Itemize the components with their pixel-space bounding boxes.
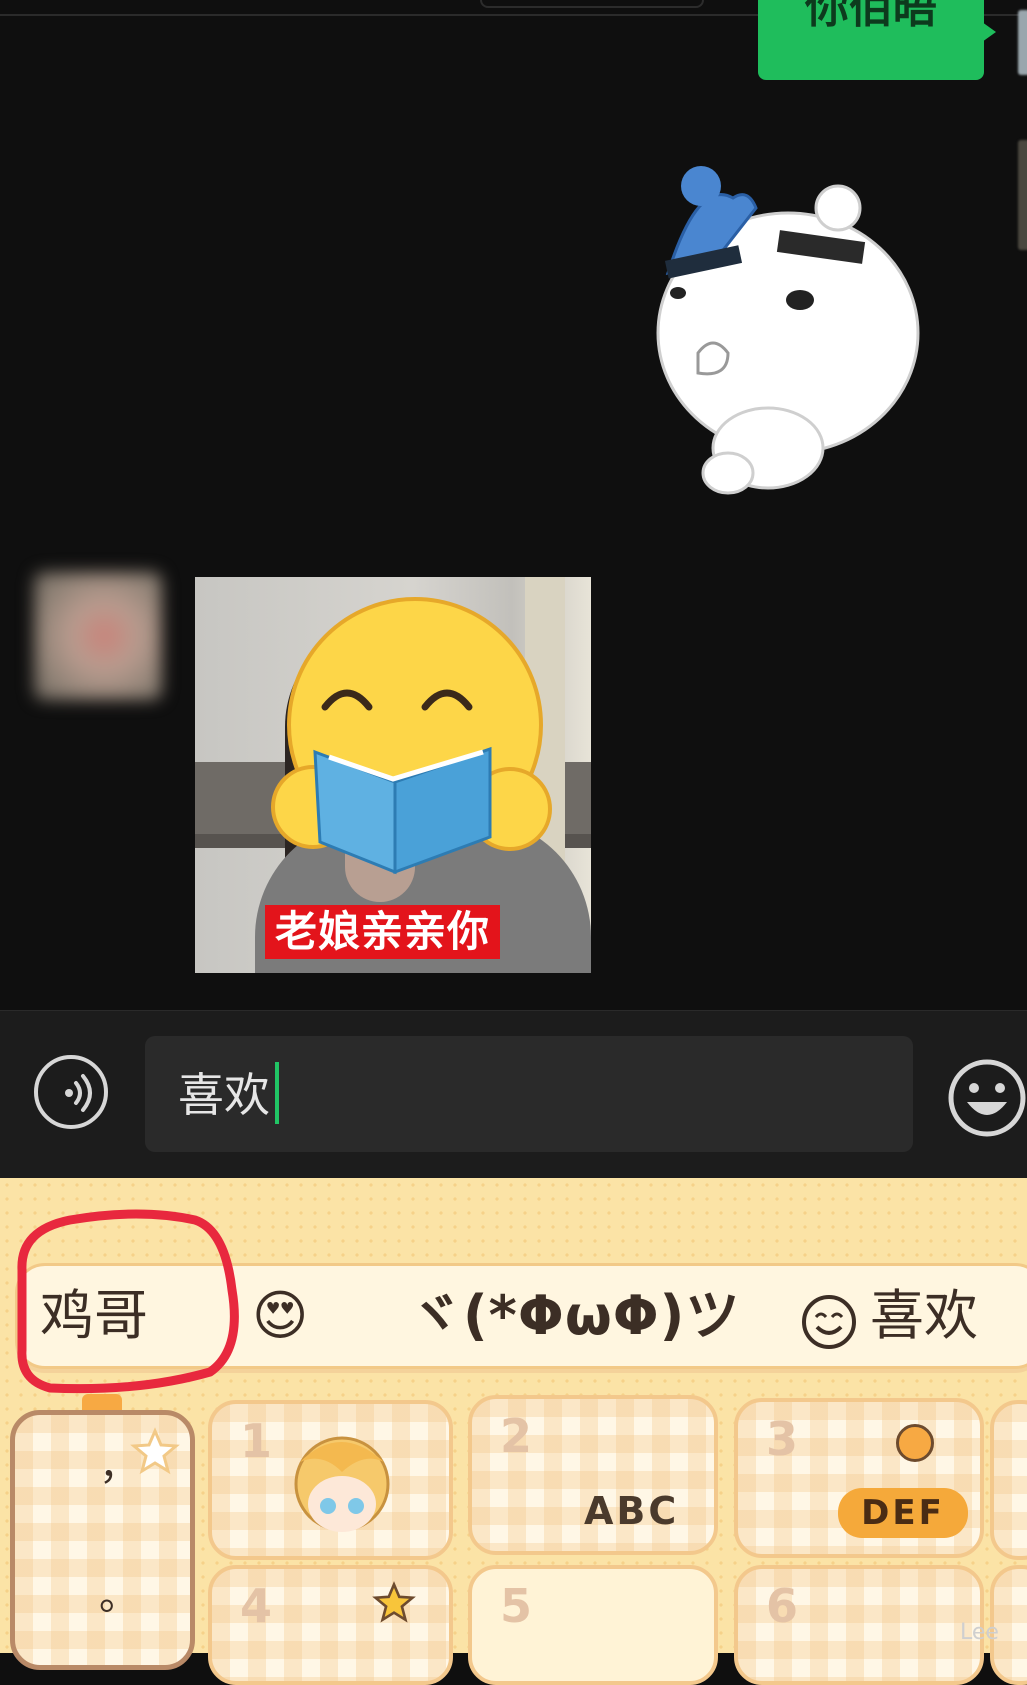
period-label: 。 [99,1573,139,1619]
reading-emoji-icon [271,597,552,875]
voice-input-button[interactable] [34,1055,108,1129]
candidate-word[interactable]: 喜欢 [870,1282,978,1350]
key-backspace[interactable] [990,1400,1027,1560]
key-number: 1 [240,1414,273,1468]
key-number: 3 [766,1412,799,1466]
bear-sticker[interactable] [638,158,928,503]
key-number: 5 [500,1579,533,1633]
key-3-def[interactable]: 3 DEF [734,1398,984,1558]
self-avatar[interactable] [1018,10,1027,75]
key-2-abc[interactable]: 2 ABC [468,1395,718,1555]
watermark: Lee [960,1620,999,1645]
image-caption: 老娘亲亲你 [265,905,501,959]
outgoing-message-bubble[interactable]: 你佰晤 [758,0,984,80]
message-input-text: 喜欢 [178,1068,270,1122]
key-1[interactable]: 1 [208,1400,453,1560]
candidate-emoji[interactable]: 😍 [252,1282,308,1350]
emoji-button[interactable] [947,1058,1027,1138]
smile-icon [802,1295,856,1349]
red-highlight-circle [17,1209,239,1394]
anime-character-icon [294,1436,390,1532]
voice-icon [65,1074,92,1112]
chat-area: 你佰晤 老娘亲亲你 [0,0,1027,1010]
candidate-kaomoji[interactable]: ヾ(*ΦωΦ)ツ [408,1282,740,1350]
star-icon [372,1581,416,1623]
self-avatar[interactable] [1018,140,1027,250]
key-letters: DEF [838,1488,968,1538]
star-icon [130,1427,180,1475]
key-5[interactable]: 5 [468,1565,718,1685]
key-number: 2 [500,1409,533,1463]
orange-decoration-icon [896,1424,934,1462]
outgoing-message-text: 你佰晤 [805,0,937,33]
key-6[interactable]: 6 [734,1565,984,1685]
key-4[interactable]: 4 [208,1565,453,1685]
key-number: 4 [240,1579,273,1633]
key-letters: ABC [584,1489,680,1533]
punctuation-key[interactable]: ， 。 [10,1410,195,1670]
contact-avatar[interactable] [34,572,162,700]
bubble-tail [982,22,996,42]
image-message[interactable]: 老娘亲亲你 [195,577,591,973]
key-number: 6 [766,1579,799,1633]
top-pill [480,0,704,8]
text-caret [275,1062,279,1124]
